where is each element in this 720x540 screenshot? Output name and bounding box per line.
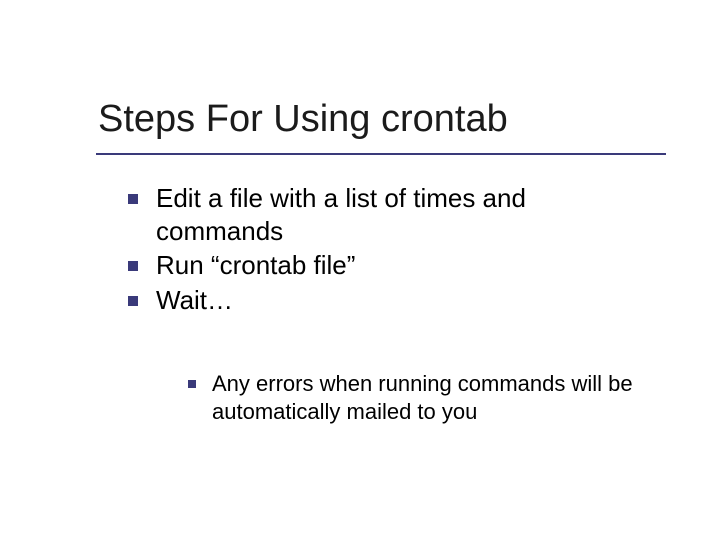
slide: { "title": "Steps For Using crontab", "b… <box>0 0 720 540</box>
list-item-text: Run “crontab file” <box>156 249 660 282</box>
list-item: Wait… <box>128 284 660 317</box>
title-underline <box>96 153 666 155</box>
slide-title: Steps For Using crontab <box>98 98 508 141</box>
list-item-text: Edit a file with a list of times and com… <box>156 182 660 247</box>
list-item: Run “crontab file” <box>128 249 660 282</box>
list-item-text: Wait… <box>156 284 660 317</box>
list-item: Edit a file with a list of times and com… <box>128 182 660 247</box>
bullet-list: Edit a file with a list of times and com… <box>128 182 660 318</box>
square-bullet-icon <box>188 380 196 388</box>
list-item-text: Any errors when running commands will be… <box>212 370 680 425</box>
sub-bullet-list: Any errors when running commands will be… <box>188 370 680 427</box>
square-bullet-icon <box>128 296 138 306</box>
list-item: Any errors when running commands will be… <box>188 370 680 425</box>
square-bullet-icon <box>128 194 138 204</box>
square-bullet-icon <box>128 261 138 271</box>
